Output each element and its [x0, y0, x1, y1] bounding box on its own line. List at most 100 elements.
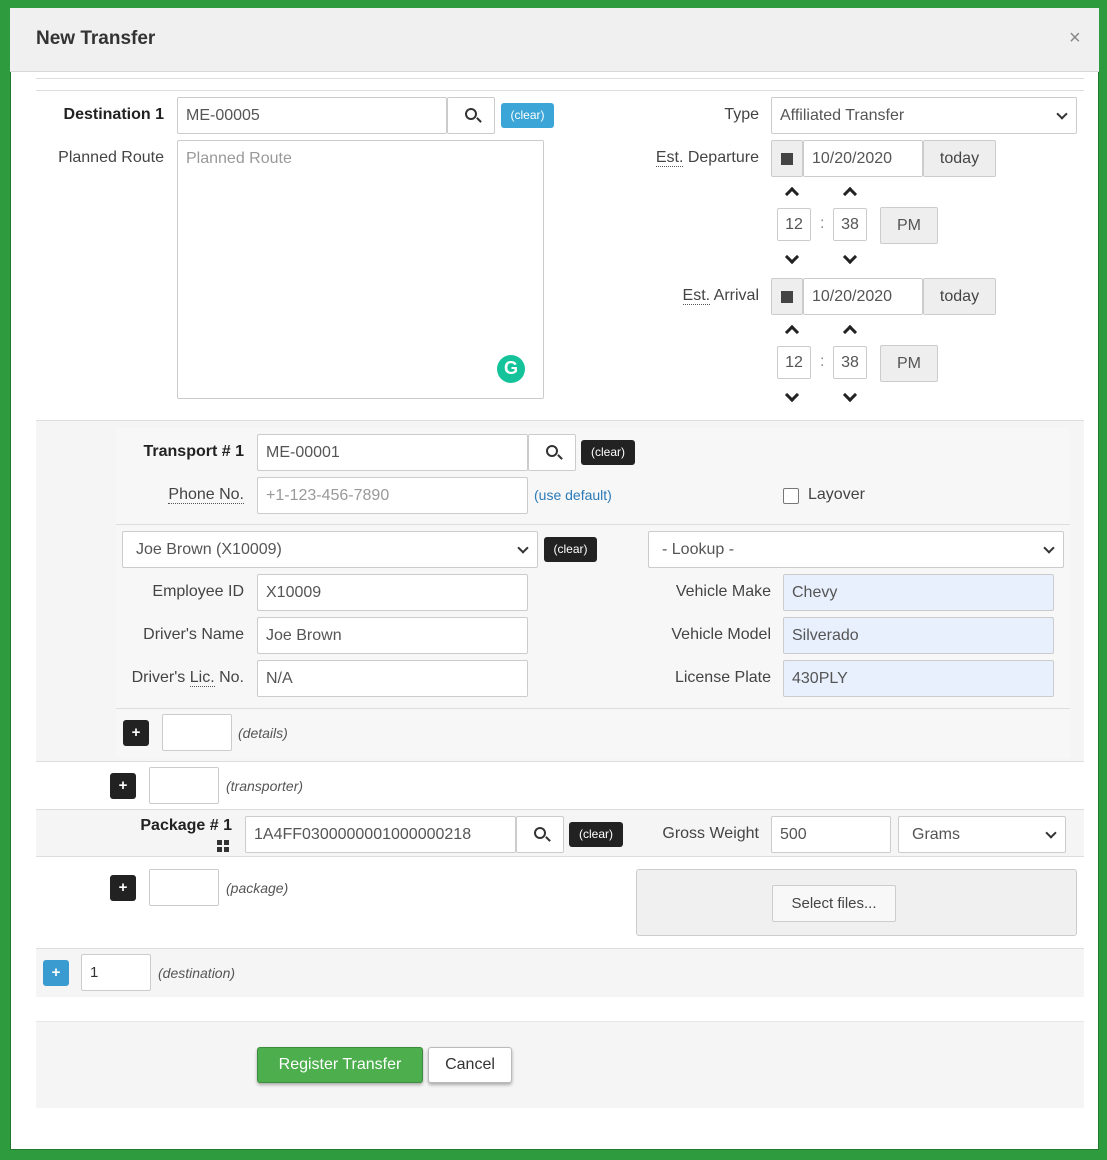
destination-hint: (destination)	[158, 965, 236, 981]
destination-count-input[interactable]: 1	[81, 954, 151, 991]
transport-clear-button[interactable]: (clear)	[581, 440, 635, 465]
license-plate-input[interactable]: 430PLY	[783, 660, 1054, 697]
est-departure-label: Est. Departure	[600, 149, 759, 167]
add-package-button[interactable]: +	[110, 875, 136, 901]
departure-date-input[interactable]: 10/20/2020	[803, 140, 923, 177]
arrival-calendar-button[interactable]	[771, 278, 803, 315]
transport-input[interactable]: ME-00001	[257, 434, 528, 471]
details-count-input[interactable]	[162, 714, 232, 751]
lic-label-pre: Driver's	[131, 669, 190, 686]
add-details-button[interactable]: +	[123, 720, 149, 746]
est-departure-label-rest: Departure	[683, 149, 759, 166]
est-arrival-label-rest: Arrival	[710, 287, 759, 304]
gross-weight-label: Gross Weight	[662, 825, 759, 842]
transport-label: Transport # 1	[143, 443, 244, 460]
select-files-button[interactable]: Select files...	[772, 885, 896, 922]
divider	[36, 78, 1084, 79]
departure-hour-input[interactable]: 12	[777, 208, 811, 241]
type-label: Type	[724, 106, 759, 123]
transport-search-button[interactable]	[528, 434, 576, 471]
layover-checkbox[interactable]	[783, 488, 799, 504]
dialog-title: New Transfer	[36, 28, 156, 49]
driver-clear-button[interactable]: (clear)	[544, 537, 597, 562]
cancel-button[interactable]: Cancel	[428, 1047, 512, 1083]
arrival-ampm-toggle[interactable]: PM	[880, 345, 938, 382]
drivers-name-input[interactable]: Joe Brown	[257, 617, 528, 654]
arrival-today-button[interactable]: today	[923, 278, 996, 315]
divider	[36, 856, 1084, 857]
search-icon	[546, 445, 558, 457]
vehicle-lookup-value: - Lookup -	[662, 541, 735, 558]
details-hint: (details)	[238, 725, 288, 741]
departure-today-button[interactable]: today	[923, 140, 996, 177]
vehicle-lookup-select[interactable]: - Lookup -	[648, 531, 1064, 568]
license-plate-label: License Plate	[674, 669, 771, 686]
calendar-icon	[781, 153, 793, 165]
driver-select[interactable]: Joe Brown (X10009)	[122, 531, 538, 568]
vehicle-make-input[interactable]: Chevy	[783, 574, 1054, 611]
dialog-header	[10, 8, 1099, 72]
vehicle-model-input[interactable]: Silverado	[783, 617, 1054, 654]
est-abbr: Est.	[682, 287, 711, 305]
close-icon[interactable]: ×	[1069, 27, 1081, 50]
destination-input[interactable]: ME-00005	[177, 97, 447, 134]
chevron-down-icon	[1043, 542, 1055, 554]
phone-label-text: Phone No.	[168, 486, 244, 504]
calendar-icon	[781, 291, 793, 303]
planned-route-textarea[interactable]: Planned Route	[177, 140, 544, 399]
vehicle-make-label: Vehicle Make	[675, 583, 771, 600]
destination-search-button[interactable]	[447, 97, 495, 134]
employee-id-label: Employee ID	[152, 583, 244, 600]
transporter-hint: (transporter)	[226, 778, 304, 794]
weight-unit-select[interactable]: Grams	[898, 816, 1066, 853]
destination-clear-button[interactable]: (clear)	[501, 103, 554, 128]
driver-select-value: Joe Brown (X10009)	[136, 541, 282, 558]
type-select-value: Affiliated Transfer	[780, 107, 905, 124]
chevron-down-icon	[1056, 108, 1068, 120]
time-separator: :	[820, 215, 825, 232]
weight-unit-value: Grams	[912, 826, 960, 843]
lic-label-abbr: Lic.	[189, 669, 215, 687]
transporter-count-input[interactable]	[149, 767, 219, 804]
arrival-hour-input[interactable]: 12	[777, 346, 811, 379]
package-count-input[interactable]	[149, 869, 219, 906]
search-icon	[465, 108, 477, 120]
lic-label-post: No.	[214, 669, 244, 686]
planned-route-label: Planned Route	[58, 149, 164, 166]
phone-label: Phone No.	[116, 486, 244, 504]
arrival-date-input[interactable]: 10/20/2020	[803, 278, 923, 315]
time-separator: :	[820, 353, 825, 370]
chevron-down-icon	[517, 542, 529, 554]
type-select[interactable]: Affiliated Transfer	[771, 97, 1077, 134]
divider	[116, 524, 1070, 525]
package-label: Package # 1	[140, 817, 232, 834]
divider	[36, 761, 1084, 762]
drivers-lic-label: Driver's Lic. No.	[116, 669, 244, 687]
departure-ampm-toggle[interactable]: PM	[880, 207, 938, 244]
gross-weight-input[interactable]: 500	[771, 816, 891, 853]
use-default-link[interactable]: (use default)	[534, 487, 612, 503]
qr-code-icon[interactable]	[217, 840, 229, 852]
est-abbr: Est.	[655, 149, 684, 167]
dialog-footer	[36, 1021, 1084, 1108]
vehicle-model-label: Vehicle Model	[671, 626, 771, 643]
package-clear-button[interactable]: (clear)	[569, 822, 623, 847]
drivers-lic-input[interactable]: N/A	[257, 660, 528, 697]
departure-minute-input[interactable]: 38	[833, 208, 867, 241]
departure-calendar-button[interactable]	[771, 140, 803, 177]
layover-label: Layover	[808, 486, 865, 503]
phone-input[interactable]: +1-123-456-7890	[257, 477, 528, 514]
employee-id-input[interactable]: X10009	[257, 574, 528, 611]
register-transfer-button[interactable]: Register Transfer	[257, 1047, 423, 1083]
package-input[interactable]: 1A4FF0300000001000000218	[245, 816, 516, 853]
arrival-minute-input[interactable]: 38	[833, 346, 867, 379]
destination-label: Destination 1	[63, 106, 164, 123]
divider	[116, 708, 1070, 709]
package-search-button[interactable]	[516, 816, 564, 853]
package-hint: (package)	[226, 880, 289, 896]
add-destination-button[interactable]: +	[43, 960, 69, 986]
grammarly-icon[interactable]	[497, 355, 525, 383]
add-transporter-button[interactable]: +	[110, 773, 136, 799]
drivers-name-label: Driver's Name	[143, 626, 244, 643]
est-arrival-label: Est. Arrival	[600, 287, 759, 305]
